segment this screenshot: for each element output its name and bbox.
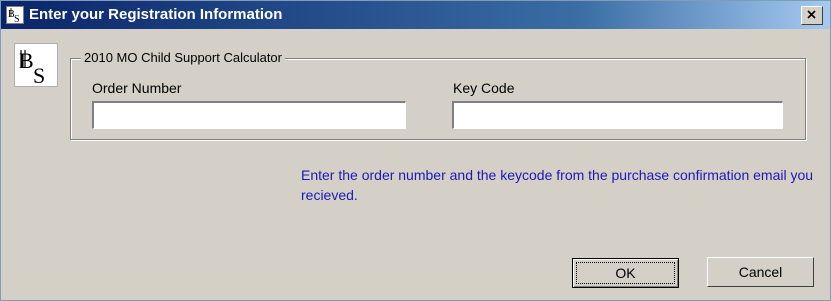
order-number-label: Order Number: [92, 80, 182, 96]
order-number-input[interactable]: [92, 101, 406, 129]
close-icon: [807, 10, 816, 19]
svg-text:S: S: [33, 63, 45, 86]
groupbox-legend: 2010 MO Child Support Calculator: [81, 50, 285, 66]
registration-dialog: B S Enter your Registration Information …: [0, 0, 831, 301]
bs-logo-icon: B S: [14, 43, 58, 88]
ok-button[interactable]: OK: [572, 258, 679, 288]
cancel-button-label: Cancel: [738, 263, 783, 280]
key-code-label: Key Code: [453, 80, 515, 96]
ok-button-label: OK: [615, 264, 636, 281]
close-button[interactable]: [801, 6, 823, 25]
key-code-input[interactable]: [452, 101, 783, 129]
instructions-text: Enter the order number and the keycode f…: [301, 167, 814, 203]
svg-text:S: S: [14, 14, 20, 23]
window-title: Enter your Registration Information: [29, 6, 283, 23]
cancel-button[interactable]: Cancel: [707, 257, 814, 287]
bs-logo-icon: B S: [6, 6, 24, 25]
title-bar[interactable]: B S Enter your Registration Information: [1, 1, 830, 29]
